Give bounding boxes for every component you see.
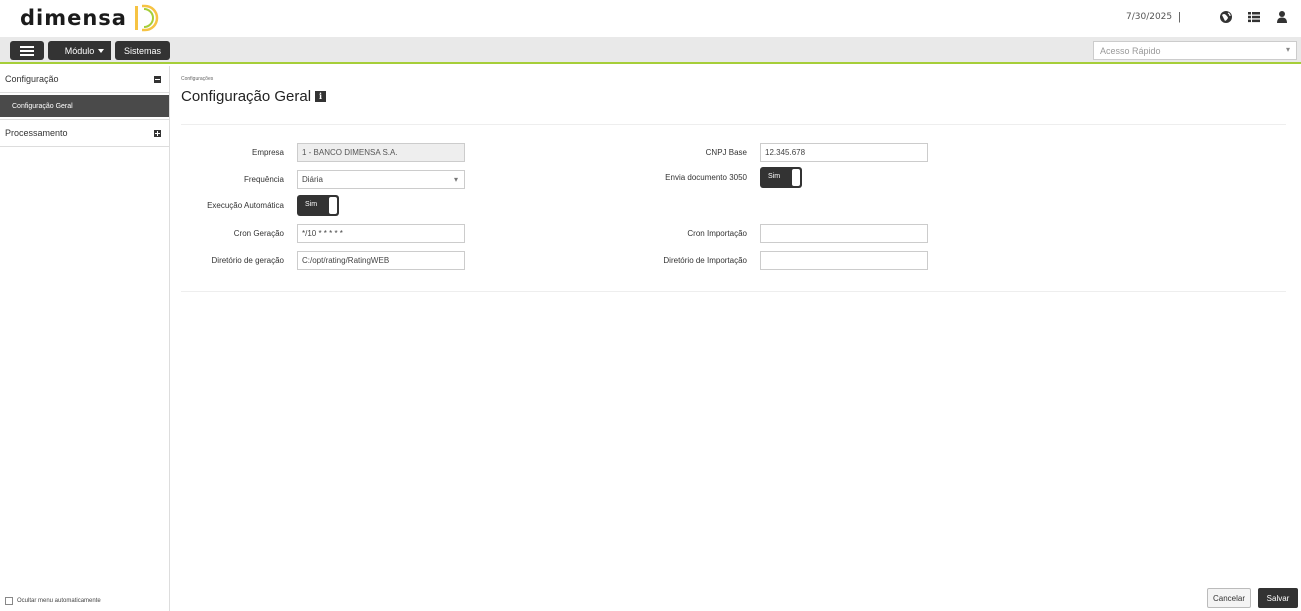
hamburger-icon-line [20,49,34,52]
main-content: Configurações Configuração Geral i Empre… [171,66,1301,611]
logo-text: DIMENSA [20,6,127,30]
sidebar: Configuração Configuração Geral Processa… [0,66,170,611]
info-icon[interactable]: i [315,91,327,102]
list-icon[interactable] [1247,10,1261,24]
envia-documento-row: Envia documento 3050 Sim [636,167,802,188]
envia-documento-label: Envia documento 3050 [665,173,747,182]
globe-icon[interactable] [1219,10,1233,24]
envia-documento-toggle[interactable]: Sim [760,167,802,188]
hide-menu-checkbox[interactable] [5,597,13,605]
execucao-row: Execução Automática Sim [171,195,339,216]
cron-importacao-label: Cron Importação [687,229,747,238]
cron-geracao-field[interactable]: */10 * * * * * [297,224,465,243]
diretorio-importacao-label: Diretório de Importação [663,256,747,265]
cron-geracao-label: Cron Geração [233,229,284,238]
hamburger-menu-button[interactable] [10,41,44,60]
header-separator: | [1178,11,1181,23]
frequencia-label: Frequência [243,175,284,184]
cnpj-row: CNPJ Base 12.345.678 [636,143,928,162]
empresa-field[interactable]: 1 - BANCO DIMENSA S.A. [297,143,465,162]
diretorio-geracao-row: Diretório de geração C:/opt/rating/Ratin… [171,251,465,270]
collapse-icon[interactable] [154,75,161,83]
toggle-label: Sim [768,173,781,180]
diretorio-importacao-row: Diretório de Importação [636,251,928,270]
user-icon[interactable] [1275,10,1289,24]
cron-importacao-field[interactable] [760,224,928,243]
toolbar: Módulo Sistemas Acesso Rápido [0,37,1301,64]
cron-geracao-row: Cron Geração */10 * * * * * [171,224,465,243]
divider [181,124,1286,125]
breadcrumb[interactable]: Configurações [181,76,213,82]
diretorio-geracao-field[interactable]: C:/opt/rating/RatingWEB [297,251,465,270]
date-display: 7/30/2025 [1125,12,1173,22]
sidebar-footer: Ocultar menu automaticamente [5,597,101,605]
modulo-dropdown-icon[interactable] [94,41,108,60]
execucao-label: Execução Automática [207,201,284,210]
sidebar-group-label: Processamento [5,128,68,138]
toggle-knob [329,197,337,214]
logo-mark-icon [134,4,159,32]
sistemas-button[interactable]: Sistemas [115,41,170,60]
cancel-button[interactable]: Cancelar [1207,588,1251,608]
logo: DIMENSA [20,4,159,32]
header-right: 7/30/2025 | [1126,10,1289,24]
save-button[interactable]: Salvar [1258,588,1298,608]
hamburger-icon-line [20,53,34,56]
sidebar-group-processamento[interactable]: Processamento [0,120,169,147]
sidebar-item-configuracao-geral[interactable]: Configuração Geral [0,95,169,117]
page-title-text: Configuração Geral [181,88,312,105]
sidebar-group-configuracao[interactable]: Configuração [0,66,169,93]
cnpj-label: CNPJ Base [705,148,747,157]
execucao-automatica-toggle[interactable]: Sim [297,195,339,216]
empresa-label: Empresa [251,148,284,157]
sidebar-group-label: Configuração [5,74,59,84]
top-header: DIMENSA 7/30/2025 | [0,0,1301,37]
frequencia-row: Frequência Diária [171,170,465,189]
quick-access-select[interactable]: Acesso Rápido [1093,41,1297,60]
frequencia-value: Diária [302,175,323,184]
frequencia-select[interactable]: Diária [297,170,465,189]
toggle-knob [792,169,800,186]
hamburger-icon-line [20,45,34,48]
cnpj-field[interactable]: 12.345.678 [760,143,928,162]
divider [181,291,1286,292]
hide-menu-label: Ocultar menu automaticamente [17,598,101,604]
empresa-row: Empresa 1 - BANCO DIMENSA S.A. [171,143,465,162]
diretorio-geracao-label: Diretório de geração [211,256,284,265]
expand-icon[interactable] [154,129,161,137]
cron-importacao-row: Cron Importação [636,224,928,243]
page-title: Configuração Geral i [181,88,327,105]
diretorio-importacao-field[interactable] [760,251,928,270]
toggle-label: Sim [305,201,318,208]
